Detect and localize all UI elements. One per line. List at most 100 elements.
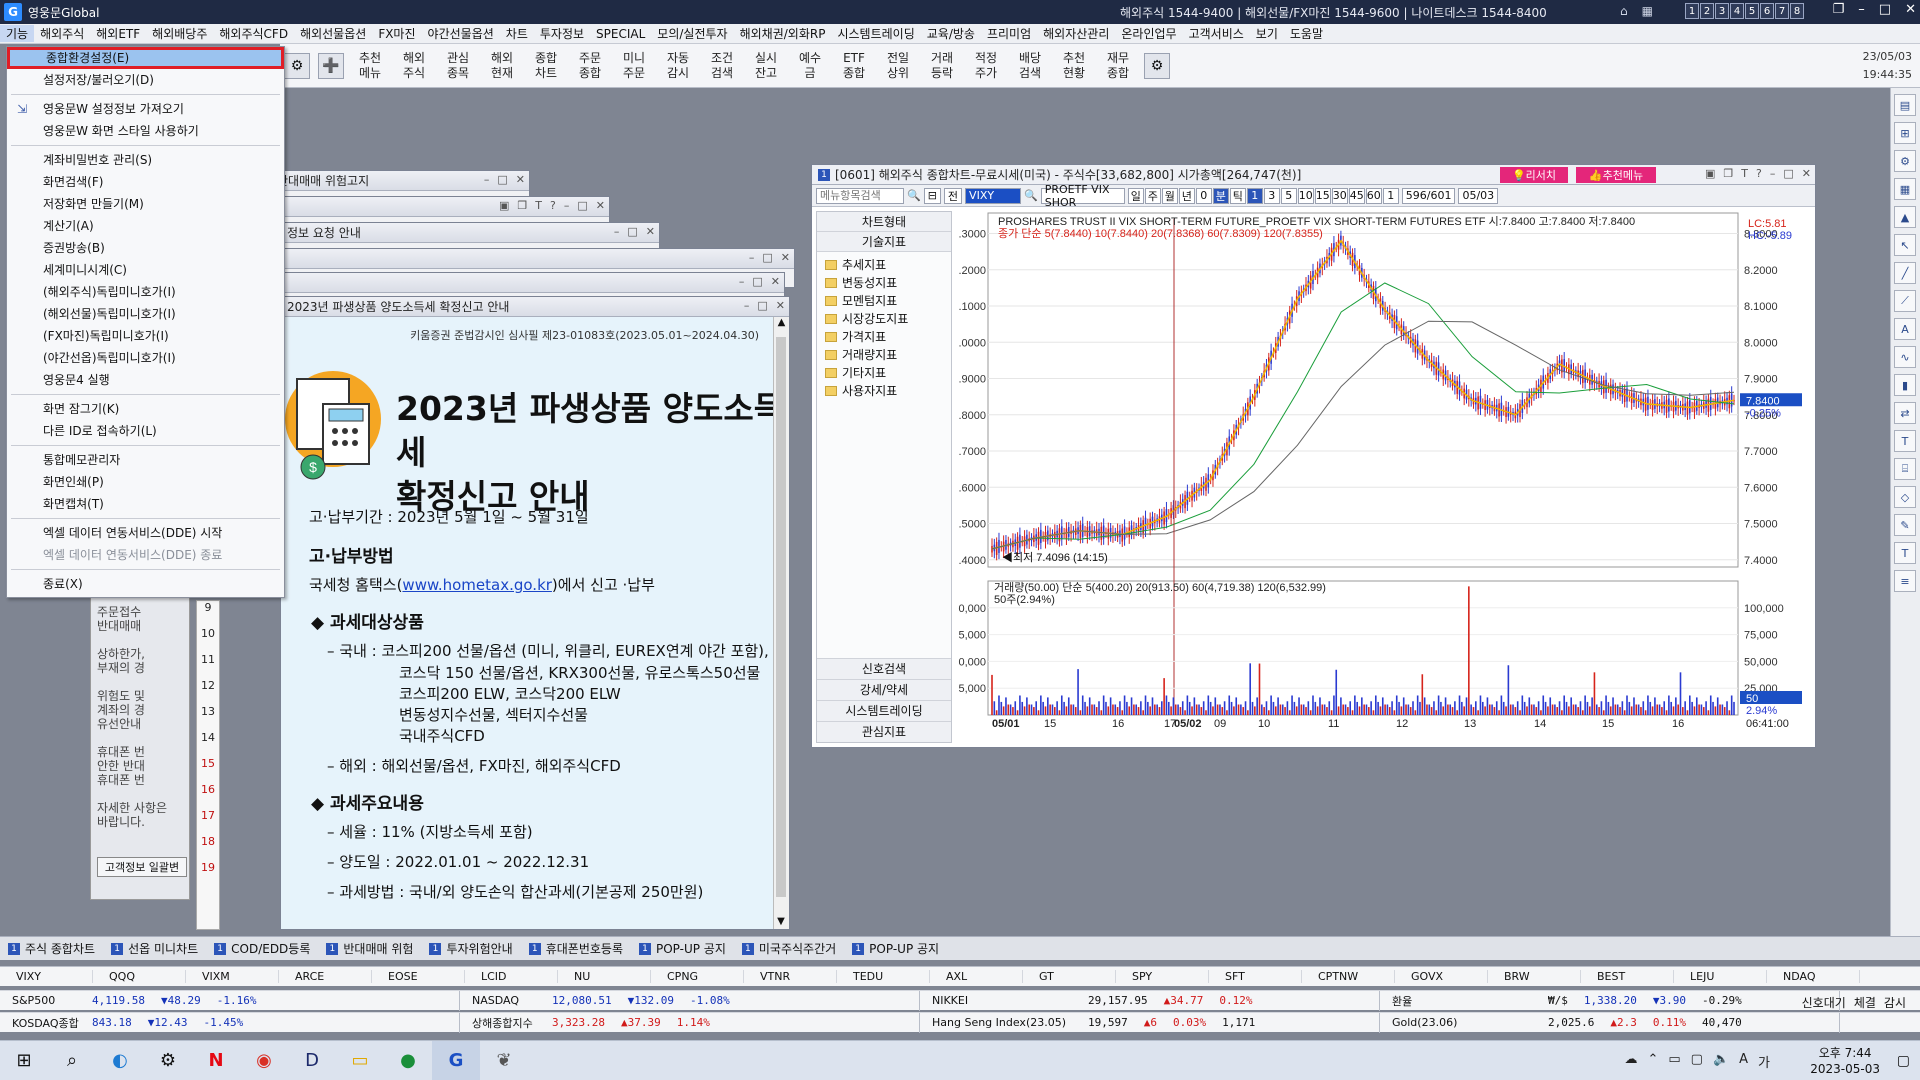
- period-button-6[interactable]: 틱: [1229, 187, 1246, 204]
- recommend-menu-button[interactable]: 👍 추천메뉴: [1576, 167, 1656, 183]
- watch-symbol[interactable]: GT: [1023, 970, 1116, 983]
- window-tab[interactable]: 1 투자위험안내: [421, 939, 520, 959]
- toolbar-item-10[interactable]: 예수 금: [788, 51, 832, 81]
- grid-icon[interactable]: ▦: [1642, 4, 1653, 18]
- watch-symbol[interactable]: LEJU: [1674, 970, 1767, 983]
- toolbar-item-7[interactable]: 자동 감시: [656, 51, 700, 81]
- menu-item-0[interactable]: 종합환경설정(E): [7, 47, 284, 69]
- symbol-search-icon[interactable]: 🔍: [1024, 189, 1038, 202]
- pin-icon[interactable]: ▣: [499, 199, 509, 212]
- full-toggle[interactable]: 전: [943, 187, 963, 204]
- tax-notice-window[interactable]: 2023년 파생상품 양도소득세 확정신고 안내 – □ ✕ 키움증권 준법감시인 …: [280, 296, 790, 930]
- close-icon[interactable]: ✕: [646, 225, 655, 238]
- toolbar-item-6[interactable]: 미니 주문: [612, 51, 656, 81]
- watch-symbol[interactable]: SPY: [1116, 970, 1209, 983]
- watch-symbol[interactable]: VIXY: [0, 970, 93, 983]
- window-tab[interactable]: 1 POP-UP 공지: [631, 939, 734, 959]
- menu-6[interactable]: FX마진: [372, 25, 421, 42]
- minimize-icon[interactable]: –: [614, 225, 620, 238]
- menu-item-3[interactable]: ⇲ 영웅문W 설정정보 가져오기: [7, 98, 284, 120]
- menu-3[interactable]: 해외배당주: [146, 25, 213, 42]
- chrome-icon[interactable]: ◉: [240, 1041, 288, 1080]
- period-button-1[interactable]: 주: [1144, 187, 1161, 204]
- notification-icon[interactable]: ▢: [1897, 1053, 1910, 1069]
- menu-4[interactable]: 해외주식CFD: [213, 25, 294, 42]
- menu-item-15[interactable]: (야간선옵)독립미니호가(I): [7, 347, 284, 369]
- toolbar-item-15[interactable]: 배당 검색: [1008, 51, 1052, 81]
- period-button-4[interactable]: 0: [1195, 187, 1212, 204]
- watch-symbol[interactable]: VIXM: [186, 970, 279, 983]
- toolbar-item-1[interactable]: 해외 주식: [392, 51, 436, 81]
- toolbar-item-5[interactable]: 주문 종합: [568, 51, 612, 81]
- indicator-folder[interactable]: 기타지표: [825, 364, 943, 382]
- indicator-folder[interactable]: 변동성지표: [825, 274, 943, 292]
- menu-14[interactable]: 교육/방송: [921, 25, 981, 42]
- weather-icon[interactable]: ☁: [1624, 1052, 1637, 1071]
- toolbar-item-8[interactable]: 조건 검색: [700, 51, 744, 81]
- watch-symbol[interactable]: BEST: [1581, 970, 1674, 983]
- hero-app-icon[interactable]: ❦: [480, 1041, 528, 1080]
- minimize-icon[interactable]: –: [564, 199, 570, 212]
- ticker-status-1[interactable]: 체결: [1854, 992, 1876, 1014]
- window-tab[interactable]: 1 POP-UP 공지: [844, 939, 947, 959]
- swap-icon[interactable]: ⇄: [1894, 402, 1916, 424]
- close-icon[interactable]: ✕: [1905, 2, 1916, 17]
- menu-8[interactable]: 차트: [500, 25, 534, 42]
- language-icon[interactable]: 가: [1758, 1052, 1770, 1071]
- ticker-cell[interactable]: S&P500 4,119.58 ▼48.29 -1.16%: [0, 990, 460, 1011]
- menu-item-7[interactable]: 화면검색(F): [7, 171, 284, 193]
- maximize-icon[interactable]: □: [1879, 2, 1891, 17]
- menu-search-input[interactable]: [816, 187, 904, 204]
- toolbar-item-14[interactable]: 적정 주가: [964, 51, 1008, 81]
- list-icon[interactable]: ≡: [1894, 570, 1916, 592]
- panel-button-3[interactable]: 관심지표: [817, 721, 951, 742]
- watch-symbol[interactable]: VTNR: [744, 970, 837, 983]
- ticker-cell[interactable]: NIKKEI 29,157.95 ▲34.77 0.12%: [920, 990, 1380, 1011]
- ticker-cell[interactable]: Gold(23.06) 2,025.6 ▲2.3 0.11% 40,470: [1380, 1012, 1840, 1033]
- screen-tab-6[interactable]: 6: [1760, 3, 1774, 19]
- toolbar-item-13[interactable]: 거래 등락: [920, 51, 964, 81]
- notice-scrollbar[interactable]: ▲ ▼: [773, 317, 789, 929]
- menu-item-21[interactable]: 통합메모관리자: [7, 449, 284, 471]
- watch-symbol[interactable]: AXL: [930, 970, 1023, 983]
- maximize-icon[interactable]: □: [762, 251, 772, 264]
- close-icon[interactable]: ✕: [516, 173, 525, 186]
- chart-type-toggle[interactable]: ⊟: [923, 187, 941, 204]
- pen-icon[interactable]: ✎: [1894, 514, 1916, 536]
- minimize-icon[interactable]: –: [1858, 2, 1865, 17]
- window-tab[interactable]: 1 휴대폰번호등록: [521, 939, 631, 959]
- toolbar-item-2[interactable]: 관심 종목: [436, 51, 480, 81]
- screen-tab-3[interactable]: 3: [1715, 3, 1729, 19]
- toolbar-item-0[interactable]: 추천 메뉴: [348, 51, 392, 81]
- menu-19[interactable]: 보기: [1250, 25, 1284, 42]
- kiwoom-app-icon[interactable]: ●: [384, 1041, 432, 1080]
- global-app-icon[interactable]: G: [432, 1040, 480, 1080]
- search-icon[interactable]: ⌕: [48, 1041, 96, 1080]
- menu-15[interactable]: 프리미엄: [981, 25, 1037, 42]
- customer-info-button[interactable]: 고객정보 일괄변: [97, 857, 187, 877]
- ticker-status-0[interactable]: 신호대기: [1802, 992, 1846, 1014]
- menu-item-8[interactable]: 저장화면 만들기(M): [7, 193, 284, 215]
- file-explorer-icon[interactable]: ▭: [336, 1041, 384, 1080]
- close-icon[interactable]: ✕: [776, 299, 785, 312]
- ticker-cell[interactable]: Hang Seng Index(23.05) 19,597 ▲6 0.03% 1,171: [920, 1012, 1380, 1033]
- disney-icon[interactable]: D: [288, 1041, 336, 1080]
- settings-gear-icon[interactable]: ⚙: [144, 1041, 192, 1080]
- minimize-icon[interactable]: –: [749, 251, 755, 264]
- menu-16[interactable]: 해외자산관리: [1037, 25, 1115, 42]
- scroll-up-icon[interactable]: ▲: [774, 317, 789, 328]
- panel-button-2[interactable]: 시스템트레이딩: [817, 700, 951, 721]
- maximize-icon[interactable]: □: [752, 275, 762, 288]
- indicator-folder[interactable]: 시장강도지표: [825, 310, 943, 328]
- minimize-icon[interactable]: –: [484, 173, 490, 186]
- pin-icon[interactable]: ▣: [1705, 167, 1715, 180]
- add-window-icon[interactable]: ➕: [318, 52, 344, 79]
- close-icon[interactable]: ✕: [781, 251, 790, 264]
- tool-3-icon[interactable]: ⚙: [1894, 150, 1916, 172]
- window-tab[interactable]: 1 미국주식주간거: [734, 939, 844, 959]
- ticker-cell[interactable]: 환율 ₩/$ 1,338.20 ▼3.90 -0.29%: [1380, 990, 1840, 1011]
- menu-item-12[interactable]: (해외주식)독립미니호가(I): [7, 281, 284, 303]
- search-icon[interactable]: 🔍: [907, 189, 921, 202]
- ticker-cell[interactable]: KOSDAQ종합 843.18 ▼12.43 -1.45%: [0, 1012, 460, 1033]
- restore-icon[interactable]: ❐: [1833, 2, 1845, 17]
